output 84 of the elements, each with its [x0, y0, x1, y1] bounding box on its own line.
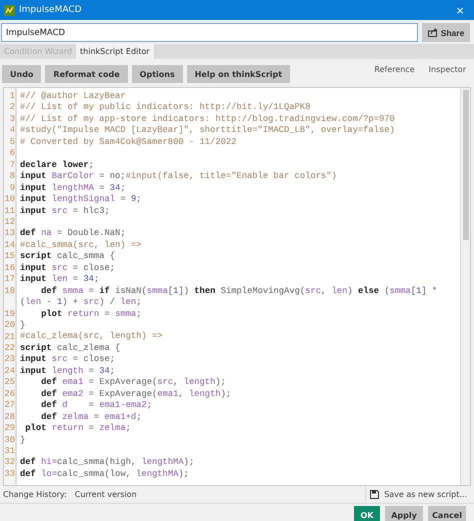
scrollbar[interactable] [460, 88, 470, 485]
share-icon [428, 28, 438, 37]
code-line: def ema2 = ExpAverage(ema1, length); [40, 388, 232, 400]
code-line: input lengthMA = 34; [20, 182, 127, 194]
line-number: 31 [4, 446, 15, 458]
code-line: #// List of my public indicators: http://bit.ly/1LQaPK8 [20, 102, 312, 114]
window-title: ImpulseMACD [19, 5, 83, 15]
line-number: 26 [4, 388, 15, 400]
toolbar-button[interactable]: Reformat code [45, 65, 128, 83]
toolbar-button[interactable]: Help on thinkScript [186, 65, 290, 83]
line-number: 8 [8, 171, 15, 183]
line-number: 13 [4, 228, 15, 240]
line-number: 4 [8, 125, 15, 137]
line-number: 7 [8, 160, 15, 172]
line-number: 32 [4, 457, 15, 469]
close-button[interactable]: × [452, 2, 468, 18]
line-number: 17 [4, 274, 15, 286]
line-number: 27 [4, 400, 15, 412]
line-number: 30 [4, 434, 15, 446]
toolbar-link[interactable]: Inspector [428, 65, 466, 74]
code-line: def d = ema1-ema2; [40, 400, 154, 412]
code-editor[interactable] [3, 87, 471, 486]
line-number: 5 [8, 136, 15, 148]
toolbar-button[interactable]: Undo [2, 65, 42, 83]
code-line: plot return = zelma; [24, 423, 132, 435]
line-number: 14 [4, 240, 15, 252]
history-dropdown[interactable]: Current version [74, 490, 137, 499]
footer-button[interactable]: Cancel [428, 506, 466, 521]
toolbar-link[interactable]: Reference [374, 65, 415, 74]
line-number: 6 [8, 148, 15, 160]
code-line: #// List of my app-store indicators: http://blog.tradingview.com/?p=970 [20, 114, 396, 126]
footer-button[interactable]: OK [354, 506, 380, 521]
code-line: script calc_smma { [20, 251, 116, 263]
line-number: 29 [4, 423, 15, 435]
code-line: input src = close; [20, 354, 116, 366]
line-number: 21 [4, 332, 15, 343]
share-button[interactable]: Share [422, 23, 470, 42]
code-line: def zelma = ema1+d; [40, 412, 142, 424]
line-number: 23 [4, 354, 15, 366]
code-line: script calc_zlema { [20, 342, 122, 354]
code-line: input length = 34; [20, 366, 116, 378]
code-line: #calc_smma(src, len) => [20, 240, 142, 252]
code-line: plot return = smma; [40, 308, 142, 320]
code-line: #study("Impulse MACD [LazyBear]", shorttitle="IMACD_LB", overlay=false) [20, 125, 396, 137]
code-line: input BarColor = no;#input(false, title="Enable bar colors") [20, 171, 338, 183]
line-number: 24 [4, 366, 15, 378]
line-number: 15 [4, 251, 15, 263]
line-number: 16 [4, 262, 15, 274]
line-number: 1 [8, 91, 15, 102]
code-line: def na = Double.NaN; [20, 228, 127, 240]
code-line: input src = hlc3; [20, 206, 111, 217]
save-as-button[interactable]: Save as new script... [365, 486, 471, 503]
toolbar-button[interactable]: Options [132, 65, 183, 83]
tab[interactable]: thinkScript Editor [76, 44, 154, 59]
code-line: def ema1 = ExpAverage(src, length); [40, 377, 227, 389]
line-number: 28 [4, 412, 15, 424]
code-line: declare lower; [20, 160, 95, 172]
code-line: def lo=calc_smma(low, lengthMA); [20, 468, 190, 480]
code-line: input lengthSignal = 9; [20, 194, 142, 206]
line-number: 2 [8, 102, 15, 114]
app-icon [4, 4, 15, 16]
code-line: input src = close; [20, 262, 116, 274]
footer-button[interactable]: Apply [385, 506, 423, 521]
line-number: 10 [4, 194, 15, 206]
line-number: 12 [4, 216, 15, 228]
code-line: } [20, 434, 26, 446]
code-line: #calc_zlema(src, length) => [20, 331, 164, 343]
code-line: # Converted by Sam4Cok@Samer800 - 11/2022 [20, 136, 238, 148]
line-number: 19 [4, 308, 15, 320]
code-line: def smma = if isNaN(smma[1]) then SimpleMovingAvg(src, len) else (smma[1] * (len - 1) + src) / len; [20, 286, 438, 309]
line-number: 33 [4, 468, 15, 480]
code-line: def hi=calc_smma(high, lengthMA); [20, 457, 196, 469]
name-field[interactable]: ImpulseMACD [1, 23, 418, 42]
code-line: } [20, 320, 26, 332]
line-number: 18 [4, 286, 15, 298]
code-line: #// @author LazyBear [20, 91, 127, 102]
code-line: input len = 34; [20, 274, 100, 286]
line-number: 25 [4, 377, 15, 389]
line-number: 11 [4, 206, 15, 217]
line-number: 9 [8, 182, 15, 194]
line-number: 22 [4, 342, 15, 354]
line-number: 20 [4, 320, 15, 332]
line-number: 3 [8, 114, 15, 126]
history-label: Change History: [3, 490, 67, 499]
